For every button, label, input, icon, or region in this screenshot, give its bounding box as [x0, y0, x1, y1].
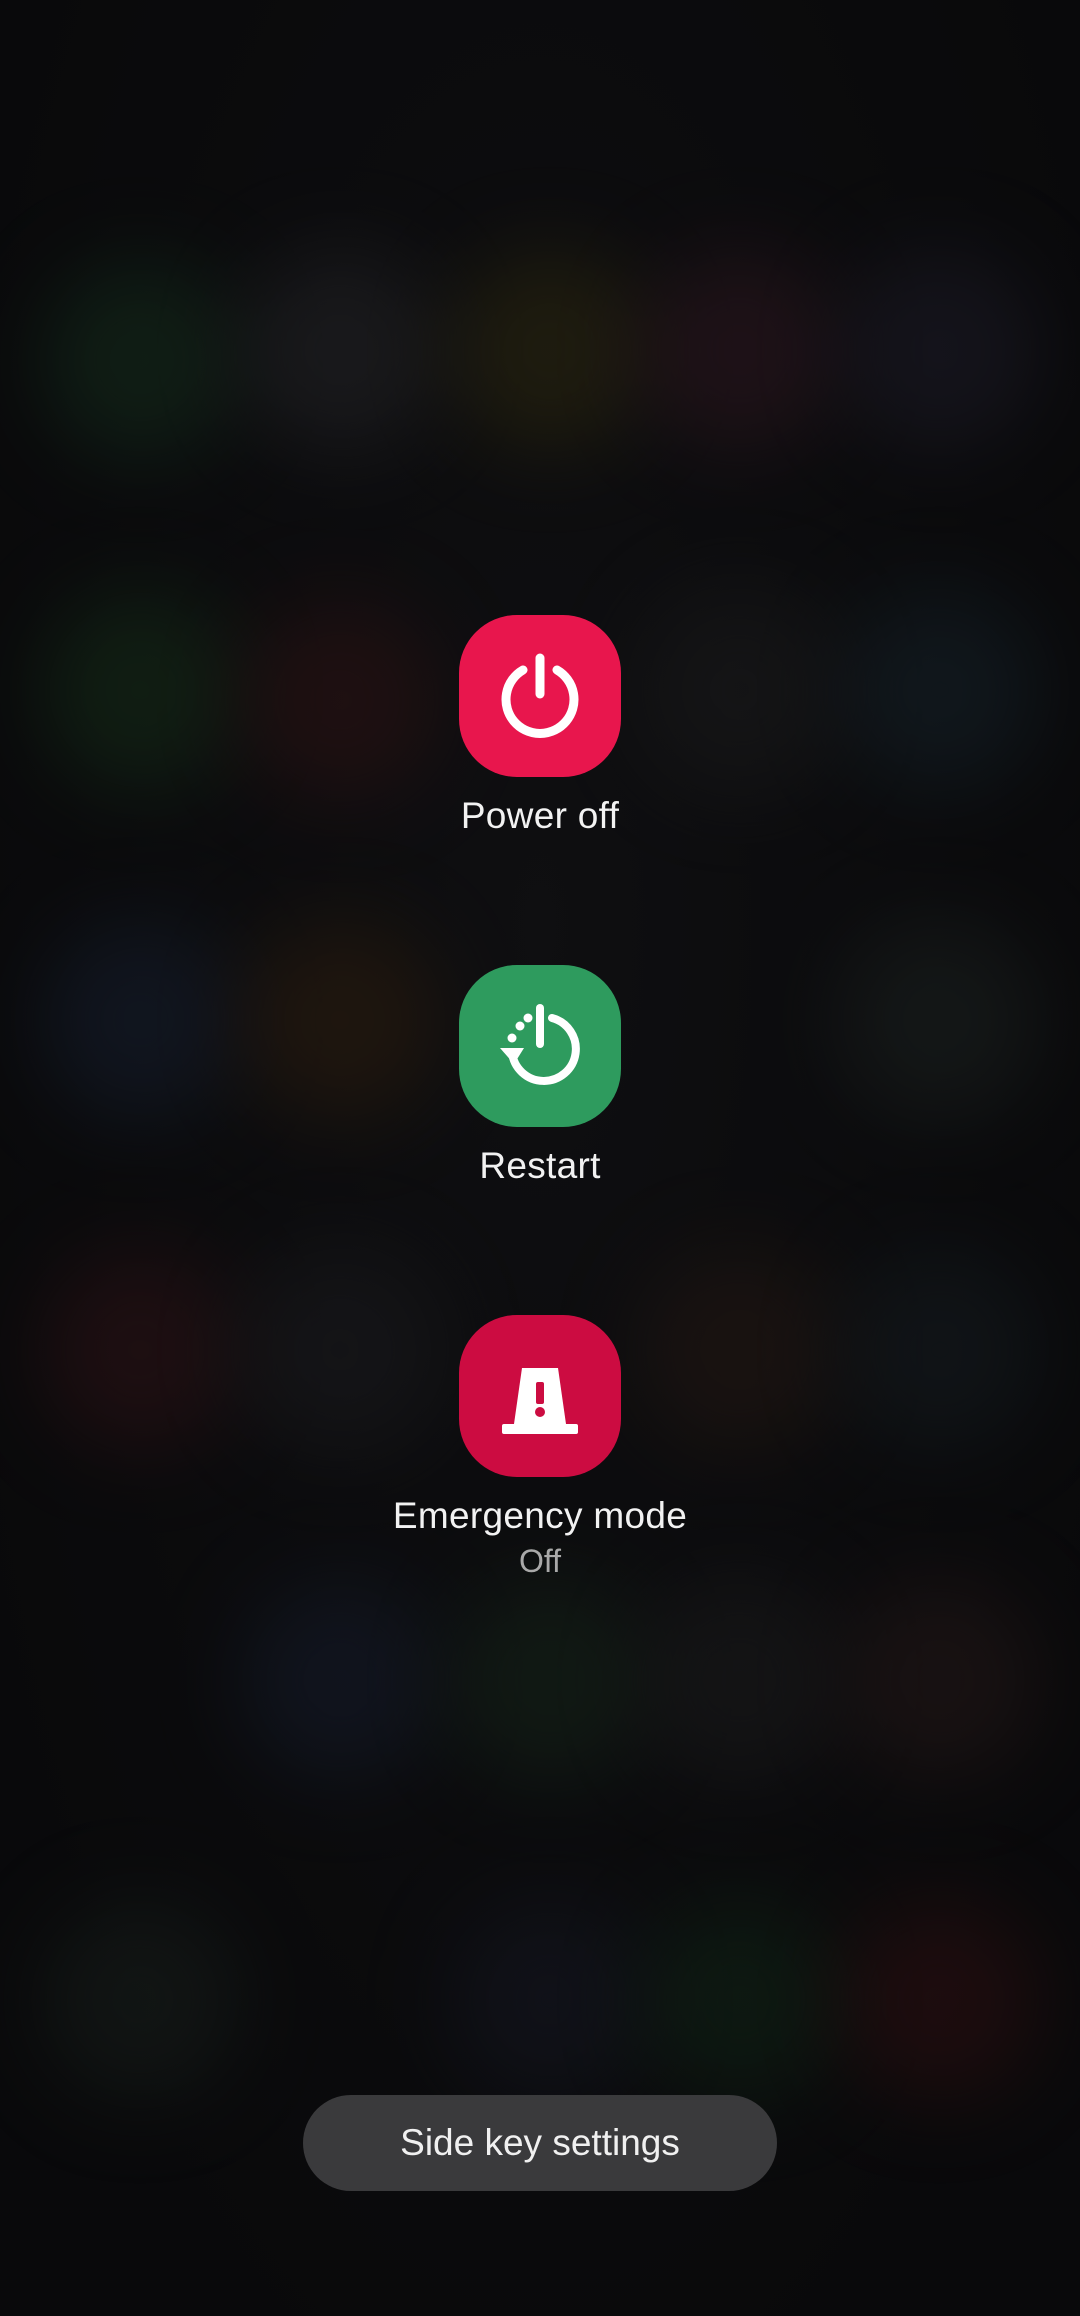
emergency-mode-status: Off — [518, 1543, 562, 1579]
emergency-mode-option[interactable]: Emergency mode Off — [0, 1315, 1080, 1580]
side-key-settings-button[interactable]: Side key settings — [303, 2095, 777, 2191]
power-menu-screen: Power off Restart Emergency mode Off Sid… — [0, 0, 1080, 2316]
power-off-label: Power off — [460, 795, 620, 836]
restart-option[interactable]: Restart — [0, 965, 1080, 1187]
emergency-mode-button[interactable] — [459, 1315, 621, 1477]
power-icon — [501, 653, 579, 738]
power-off-button[interactable] — [459, 615, 621, 777]
restart-label: Restart — [479, 1145, 601, 1186]
emergency-beacon-icon — [502, 1368, 578, 1434]
emergency-mode-label: Emergency mode — [392, 1495, 688, 1536]
restart-icon — [500, 1004, 580, 1085]
power-off-option[interactable]: Power off — [0, 615, 1080, 837]
restart-button[interactable] — [459, 965, 621, 1127]
